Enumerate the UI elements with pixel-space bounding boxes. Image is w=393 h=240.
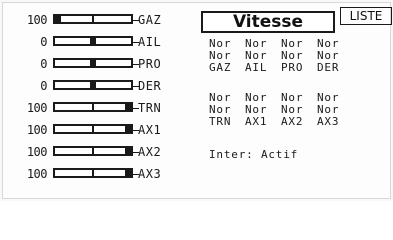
channel-labels-row: GAZ AIL PRO DER [209,61,353,74]
bar-position-marker [125,102,131,112]
page-title: Vitesse [201,11,335,33]
channel-row-ax2[interactable]: 100 AX2 [3,141,198,163]
channel-label: TRN [138,101,162,115]
channel-value: 100 [26,101,48,115]
bar-position-marker [125,168,131,178]
channel-value: 100 [26,167,48,181]
channel-label: PRO [138,57,162,71]
channel-label: TRN [209,115,232,128]
channel-row-der[interactable]: 0 DER [3,75,198,97]
bar-position-marker [90,80,96,90]
channel-label: DER [138,79,162,93]
speed-row: Nor Nor Nor Nor [209,37,353,50]
bar-center-mark [92,102,94,112]
bar-position-marker [90,36,96,46]
channel-row-gaz[interactable]: 100 GAZ [3,9,198,31]
liste-button[interactable]: LISTE [340,7,392,25]
channel-label: AX1 [245,115,268,128]
speed-row: Nor Nor Nor Nor [209,91,353,104]
channel-bar [53,36,133,46]
channel-bar [53,58,133,68]
channel-value: 0 [40,57,47,71]
bar-position-marker [55,14,61,24]
channel-bar [53,146,133,156]
channel-label: AX2 [281,115,304,128]
channel-row-trn[interactable]: 100 TRN [3,97,198,119]
channel-row-pro[interactable]: 0 PRO [3,53,198,75]
display-panel: 100 GAZ 0 AIL 0 PRO 0 DER 100 TRN 100 AX1 100 AX2 100 A… [2,2,392,199]
channel-bar [53,80,133,90]
channel-label: AX3 [138,167,162,181]
channel-value: 0 [40,35,47,49]
channel-label: GAZ [209,61,232,74]
bar-center-mark [92,146,94,156]
channel-label: AX2 [138,145,162,159]
channel-row-ail[interactable]: 0 AIL [3,31,198,53]
channel-bar [53,124,133,134]
bar-center-mark [92,124,94,134]
servo-speed-screen: 100 GAZ 0 AIL 0 PRO 0 DER 100 TRN 100 AX1 100 AX2 100 A… [0,0,393,201]
channel-bar [53,14,133,24]
channel-labels-row: TRN AX1 AX2 AX3 [209,115,353,128]
channel-bar [53,102,133,112]
channel-label: AIL [138,35,162,49]
speed-group-2: Nor Nor Nor Nor Nor Nor Nor Nor TRN AX1 AX2 AX3 [209,91,353,128]
channel-label: AX1 [138,123,162,137]
channel-bar [53,168,133,178]
channel-row-ax1[interactable]: 100 AX1 [3,119,198,141]
speed-group-1: Nor Nor Nor Nor Nor Nor Nor Nor GAZ AIL PRO DER [209,37,353,74]
channel-value: 100 [26,13,48,27]
channel-label: PRO [281,61,304,74]
bar-position-marker [125,146,131,156]
channel-value: 100 [26,145,48,159]
channel-label: AX3 [317,115,340,128]
channel-row-ax3[interactable]: 100 AX3 [3,163,198,185]
inter-switch-status[interactable]: Inter: Actif [209,148,298,161]
channel-value: 0 [40,79,47,93]
bar-position-marker [125,124,131,134]
bar-center-mark [92,168,94,178]
bar-center-mark [92,14,94,24]
channel-label: DER [317,61,340,74]
speed-row: Nor Nor Nor Nor [209,103,353,116]
channel-label: AIL [245,61,268,74]
bar-position-marker [90,58,96,68]
channel-label: GAZ [138,13,162,27]
speed-row: Nor Nor Nor Nor [209,49,353,62]
channel-value: 100 [26,123,48,137]
